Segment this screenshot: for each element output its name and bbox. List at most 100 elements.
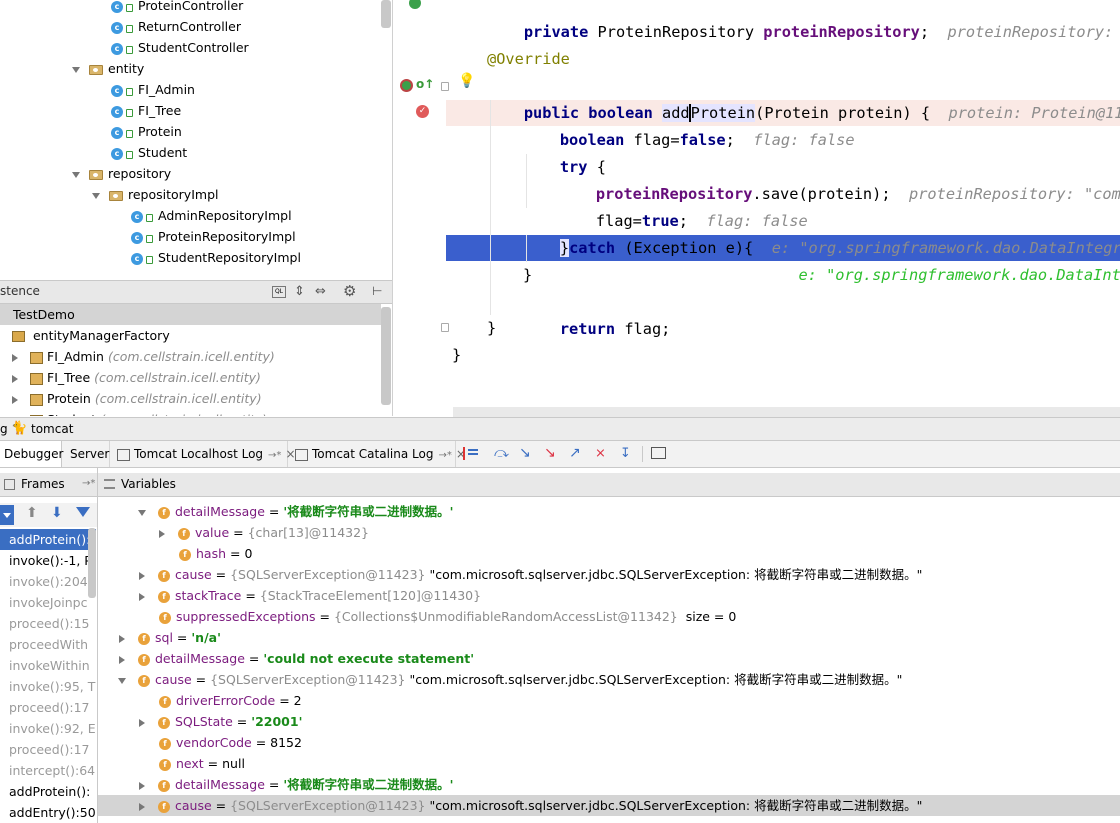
tab-tomcat-catalina-log[interactable]: Tomcat Catalina Log →* × xyxy=(290,441,466,467)
expand-arrow-icon[interactable] xyxy=(72,171,80,178)
variable-row[interactable]: f detailMessage = '将截断字符串或二进制数据。' xyxy=(138,501,454,522)
variable-row[interactable]: f value = {char[13]@11432} xyxy=(158,522,369,543)
variable-name: hash xyxy=(196,546,227,561)
expand-arrow-icon[interactable] xyxy=(12,395,18,404)
expand-arrow-icon[interactable] xyxy=(138,509,146,516)
variable-row[interactable]: f sql = 'n/a' xyxy=(118,627,221,648)
run-to-cursor-icon[interactable]: ↧ xyxy=(620,447,635,460)
variable-row[interactable]: f cause = {SQLServerException@11423} "com… xyxy=(138,795,922,816)
expand-arrow-icon[interactable] xyxy=(119,634,125,643)
expand-arrow-icon[interactable] xyxy=(139,571,145,580)
tree-class-row[interactable]: c ProteinController xyxy=(111,0,243,16)
frame-item[interactable]: invokeWithin xyxy=(0,655,96,676)
variable-row[interactable]: f next = null xyxy=(138,753,245,774)
tree-package-row[interactable]: repository xyxy=(72,163,171,184)
tree-class-row[interactable]: c Protein xyxy=(111,121,182,142)
variable-row[interactable]: f cause = {SQLServerException@11423} "com… xyxy=(118,669,902,690)
expand-arrow-icon[interactable] xyxy=(72,66,80,73)
factory-row[interactable]: entityManagerFactory xyxy=(12,325,170,346)
expand-arrow-icon[interactable] xyxy=(119,655,125,664)
tree-class-row[interactable]: c AdminRepositoryImpl xyxy=(131,205,292,226)
tree-package-row[interactable]: repositoryImpl xyxy=(92,184,218,205)
force-step-into-icon[interactable]: ↘ xyxy=(544,446,559,460)
editor-horizontal-scrollbar[interactable] xyxy=(453,407,1120,417)
frame-item[interactable]: invoke():-1, P xyxy=(0,550,96,571)
tab-server[interactable]: Server xyxy=(64,441,110,467)
variable-row[interactable]: f detailMessage = 'could not execute stat… xyxy=(118,648,474,669)
variable-row[interactable]: f hash = 0 xyxy=(158,543,252,564)
frame-item[interactable]: addProtein(): xyxy=(0,781,96,802)
tree-class-row[interactable]: c Student xyxy=(111,142,187,163)
frame-item[interactable]: proceedWith xyxy=(0,634,96,655)
implementation-marker-icon[interactable] xyxy=(400,79,413,92)
step-out-icon[interactable]: ↗ xyxy=(569,446,584,460)
override-arrow-icon[interactable]: o↑ xyxy=(416,77,434,91)
frames-scrollbar[interactable] xyxy=(88,528,96,598)
drop-frame-icon[interactable]: ⨯ xyxy=(595,447,610,460)
fold-end-icon[interactable] xyxy=(441,323,449,332)
code-area[interactable]: private ProteinRepository proteinReposit… xyxy=(452,0,1120,416)
pin-tab-icon[interactable]: →* xyxy=(268,450,281,461)
frame-item[interactable]: invokeJoinpc xyxy=(0,592,96,613)
expand-arrow-icon[interactable] xyxy=(139,781,145,790)
tree-class-row[interactable]: c ReturnController xyxy=(111,16,241,37)
tree-class-row[interactable]: c StudentRepositoryImpl xyxy=(131,247,301,268)
breakpoint-icon[interactable]: ✓ xyxy=(416,105,429,118)
entity-row[interactable]: Protein (com.cellstrain.icell.entity) xyxy=(12,388,262,409)
frame-item[interactable]: addProtein(): xyxy=(0,529,96,550)
gear-icon[interactable]: ⚙ xyxy=(343,282,356,300)
frame-item[interactable]: proceed():17 xyxy=(0,739,96,760)
persistence-scrollbar[interactable] xyxy=(381,307,391,405)
tree-package-row[interactable]: entity xyxy=(72,58,144,79)
frame-item[interactable]: proceed():15 xyxy=(0,613,96,634)
frame-up-icon[interactable]: ⬆ xyxy=(26,505,38,521)
tree-class-row[interactable]: c FI_Tree xyxy=(111,100,181,121)
frame-item[interactable]: addEntry():50 xyxy=(0,802,96,823)
variable-row[interactable]: f driverErrorCode = 2 xyxy=(138,690,302,711)
expand-arrow-icon[interactable] xyxy=(159,529,165,538)
thread-dropdown[interactable] xyxy=(0,505,14,525)
tab-tomcat-localhost-log[interactable]: Tomcat Localhost Log →* × xyxy=(112,441,296,467)
pin-tab-icon[interactable]: →* xyxy=(438,450,451,461)
tab-debugger[interactable]: Debugger xyxy=(0,441,63,467)
pin-icon[interactable]: ⊢ xyxy=(372,284,382,298)
frame-item[interactable]: proceed():17 xyxy=(0,697,96,718)
filter-icon[interactable] xyxy=(76,507,90,517)
step-into-icon[interactable]: ↘ xyxy=(519,446,534,460)
expand-arrow-icon[interactable] xyxy=(12,353,18,362)
variable-row[interactable]: f SQLState = '22001' xyxy=(138,711,302,732)
expand-arrow-icon[interactable] xyxy=(139,802,145,811)
expand-all-icon[interactable]: ⇕ xyxy=(294,284,305,299)
frame-item[interactable]: invoke():204, xyxy=(0,571,96,592)
frame-item[interactable]: intercept():64 xyxy=(0,760,96,781)
tree-class-row[interactable]: c FI_Admin xyxy=(111,79,195,100)
show-execution-point-icon[interactable] xyxy=(463,447,478,460)
expand-arrow-icon[interactable] xyxy=(92,192,100,199)
tree-class-row[interactable]: c StudentController xyxy=(111,37,249,58)
collapse-all-icon[interactable]: ⇔ xyxy=(315,284,326,299)
jpql-icon[interactable]: QL xyxy=(272,286,286,298)
tree-class-row[interactable]: c ProteinRepositoryImpl xyxy=(131,226,296,247)
project-tree-scrollbar[interactable] xyxy=(381,0,391,28)
expand-arrow-icon[interactable] xyxy=(12,374,18,383)
frame-item[interactable]: invoke():92, E xyxy=(0,718,96,739)
entity-row[interactable]: FI_Tree (com.cellstrain.icell.entity) xyxy=(12,367,261,388)
persistence-root-row[interactable]: TestDemo xyxy=(0,304,381,325)
expand-arrow-icon[interactable] xyxy=(118,677,126,684)
variable-row[interactable]: f suppressedExceptions = {Collections$Unm… xyxy=(138,606,736,627)
indent-guide xyxy=(526,154,527,208)
expand-arrow-icon[interactable] xyxy=(139,592,145,601)
variable-row[interactable]: f detailMessage = '将截断字符串或二进制数据。' xyxy=(138,774,454,795)
frames-pin-icon[interactable]: →* xyxy=(82,478,95,489)
variable-row[interactable]: f vendorCode = 8152 xyxy=(138,732,302,753)
variable-row[interactable]: f cause = {SQLServerException@11423} "com… xyxy=(138,564,922,585)
variable-row[interactable]: f stackTrace = {StackTraceElement[120]@11… xyxy=(138,585,481,606)
frame-down-icon[interactable]: ⬇ xyxy=(51,505,63,521)
step-over-icon[interactable]: ⤼ xyxy=(494,446,509,460)
expand-arrow-icon[interactable] xyxy=(139,718,145,727)
entity-row[interactable]: Student (com.cellstrain.icell.entity) xyxy=(12,409,267,416)
evaluate-expression-icon[interactable] xyxy=(651,447,666,459)
entity-row[interactable]: FI_Admin (com.cellstrain.icell.entity) xyxy=(12,346,275,367)
fold-marker-icon[interactable] xyxy=(441,82,449,91)
frame-item[interactable]: invoke():95, T xyxy=(0,676,96,697)
